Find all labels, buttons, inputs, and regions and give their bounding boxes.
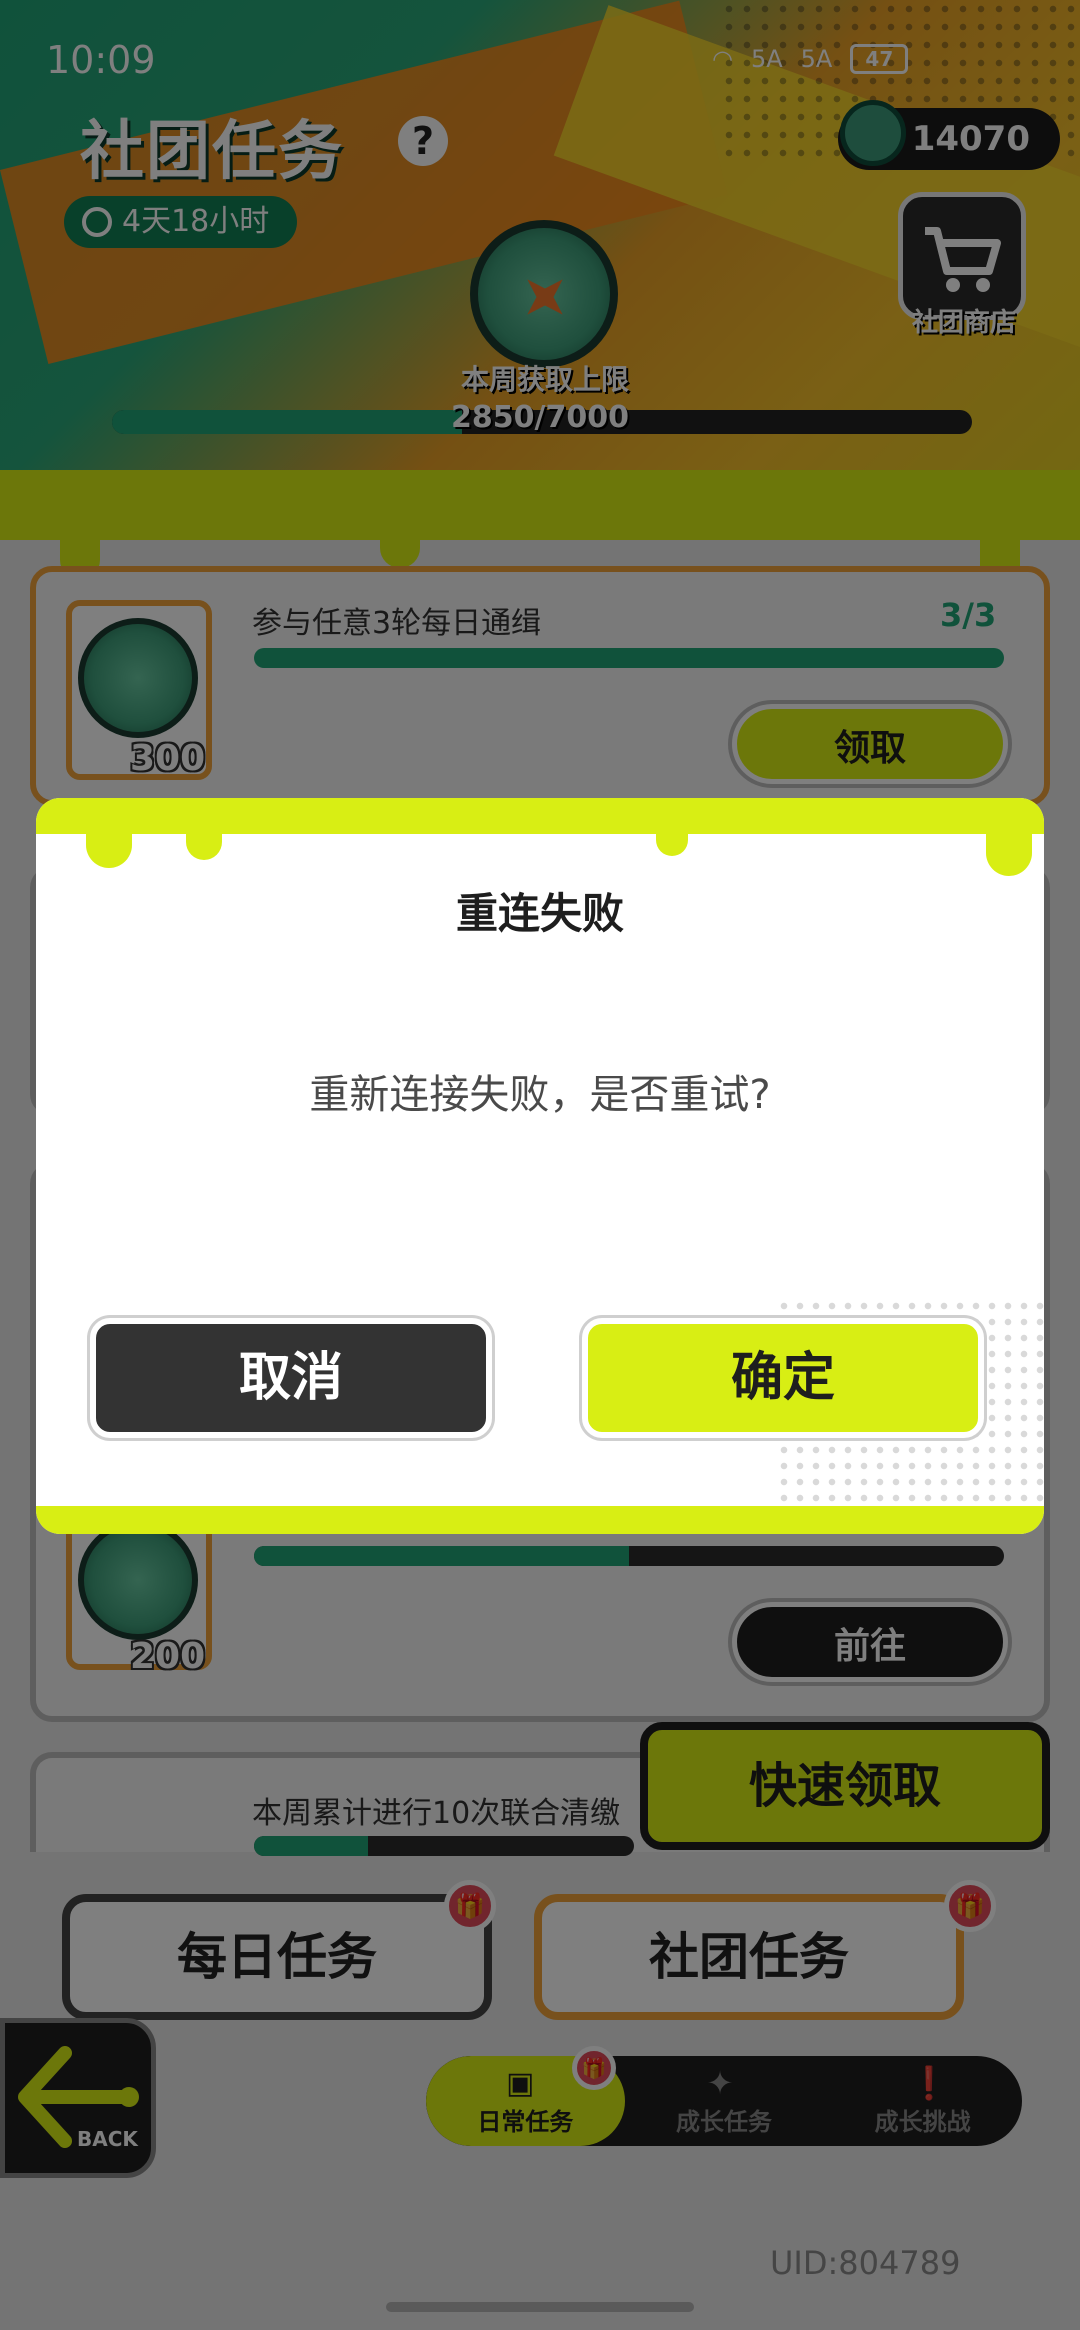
- cancel-button[interactable]: 取消: [90, 1318, 492, 1438]
- reconnect-dialog: 重连失败 重新连接失败，是否重试? 取消 确定: [36, 798, 1044, 1534]
- dialog-message: 重新连接失败，是否重试?: [309, 1072, 771, 1118]
- home-indicator[interactable]: [386, 2302, 694, 2312]
- slime-drip: [186, 822, 222, 860]
- confirm-button[interactable]: 确定: [582, 1318, 984, 1438]
- dialog-slime-bottom: [36, 1506, 1044, 1534]
- dialog-title: 重连失败: [455, 889, 624, 938]
- slime-drip: [986, 822, 1032, 876]
- slime-drip: [86, 822, 132, 868]
- slime-drip: [656, 822, 688, 856]
